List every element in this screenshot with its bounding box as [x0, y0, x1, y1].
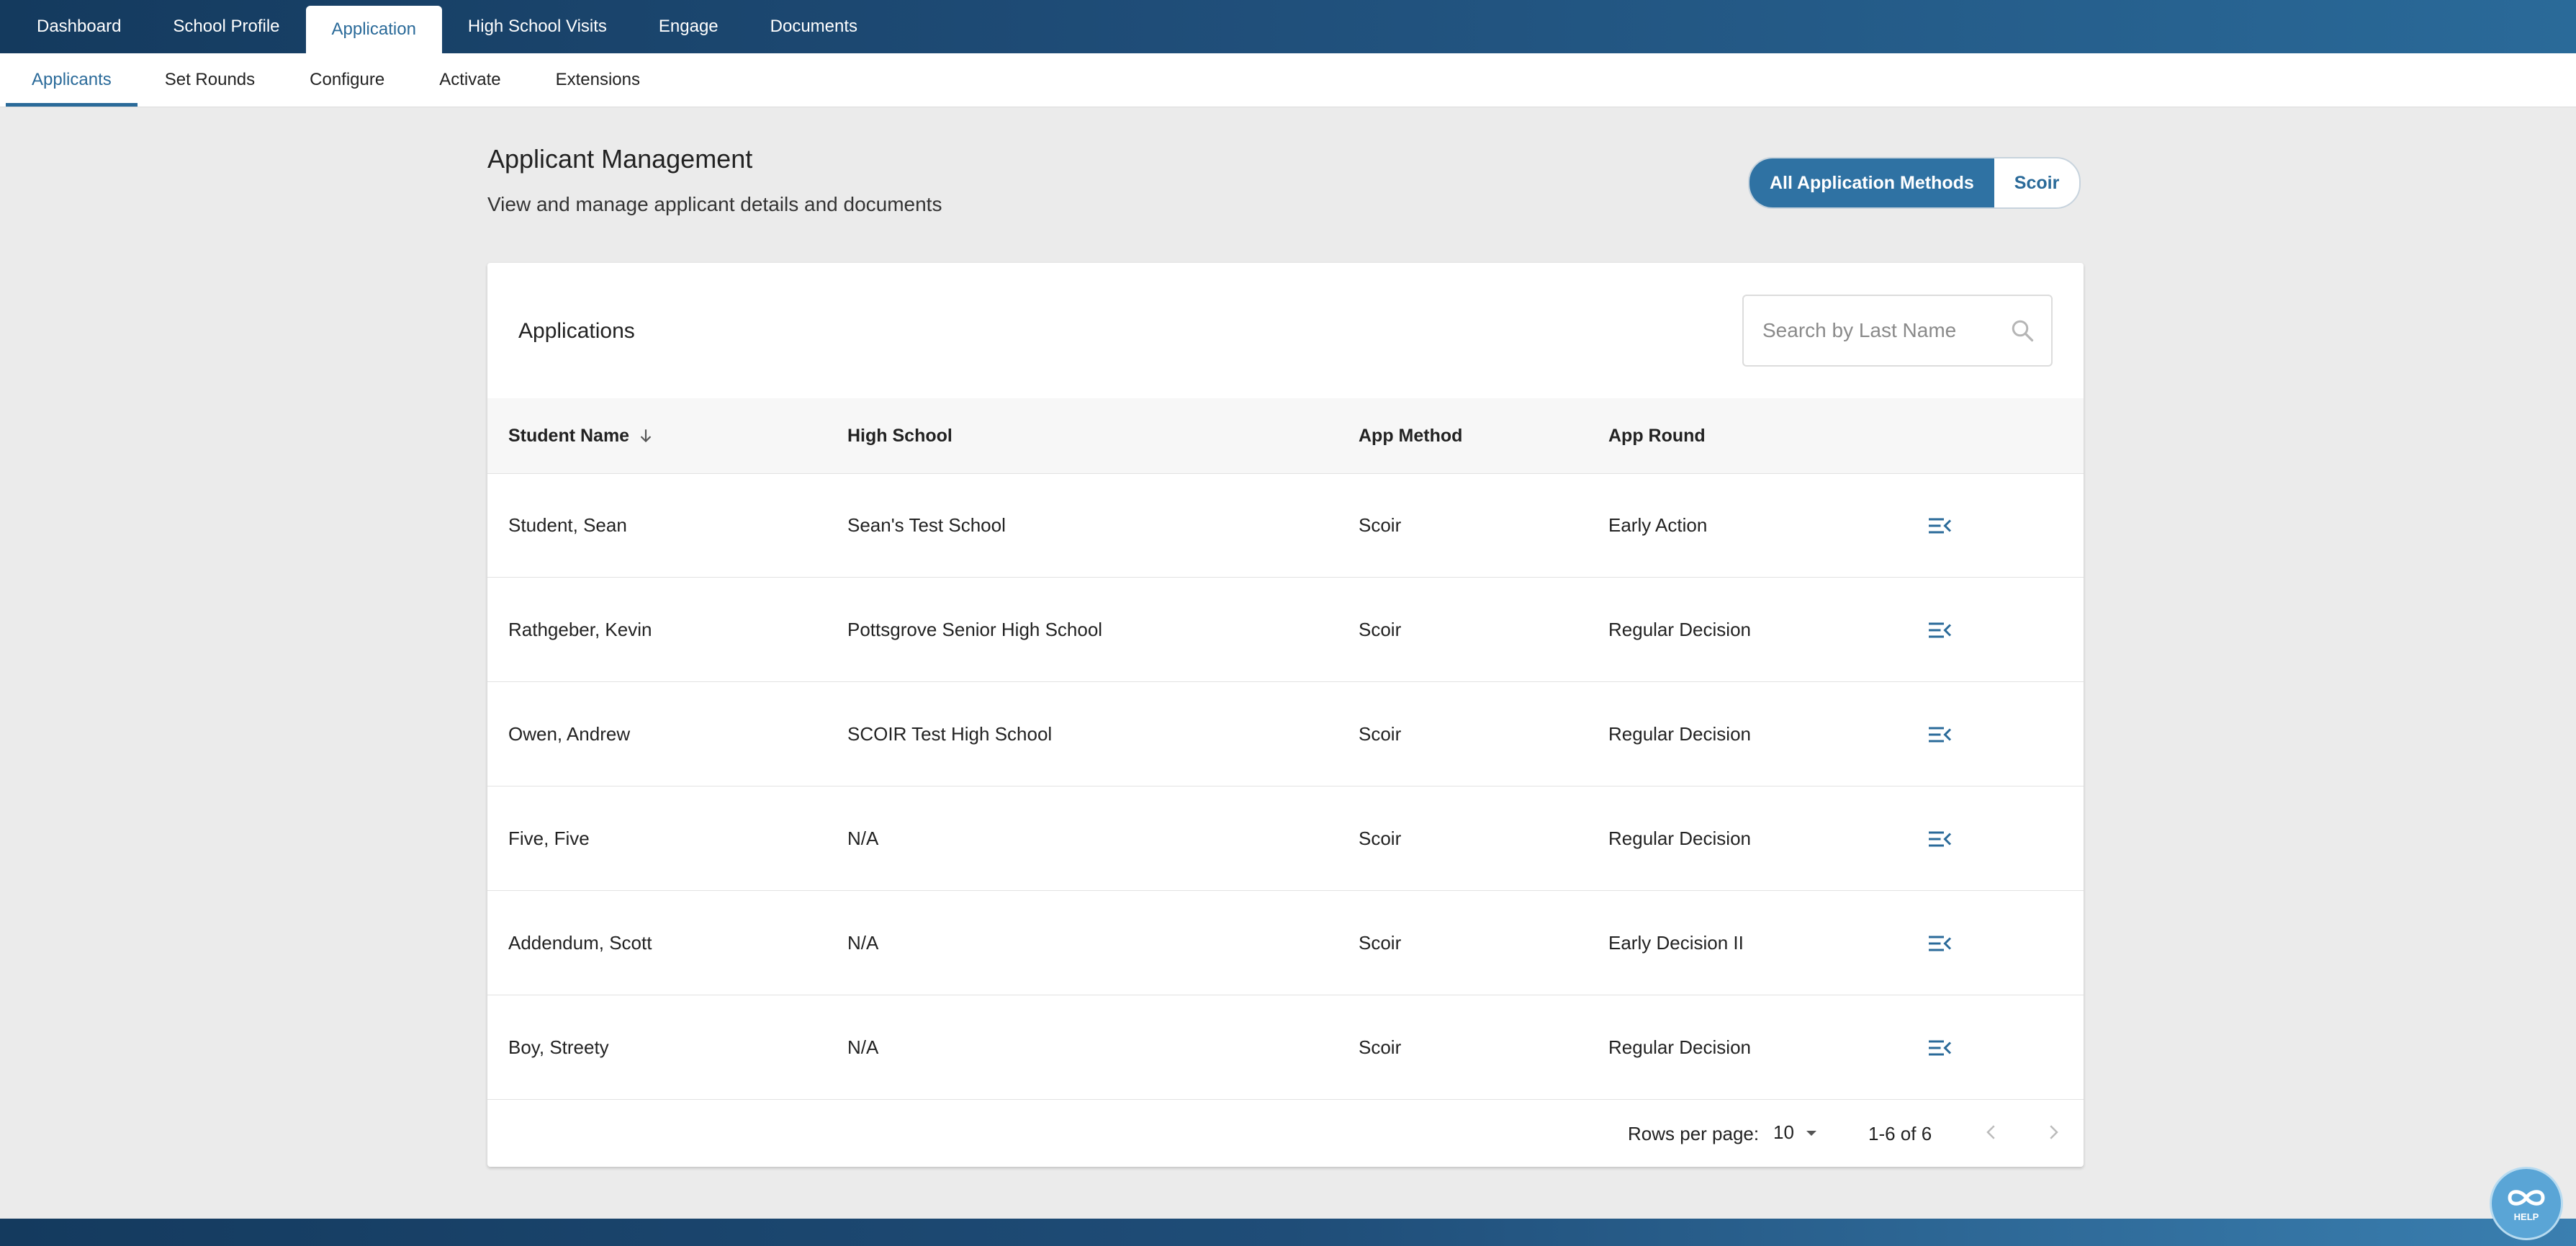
- cell-high-school: N/A: [847, 828, 879, 849]
- table-header: Student Name High School App Method App …: [487, 398, 2084, 474]
- list-detail-icon[interactable]: [1927, 1037, 1953, 1062]
- list-detail-icon[interactable]: [1927, 724, 1953, 749]
- table-row[interactable]: Five, Five N/A Scoir Regular Decision: [487, 786, 2084, 891]
- cell-student-name: Rathgeber, Kevin: [508, 619, 652, 640]
- search-icon[interactable]: [2009, 318, 2035, 347]
- cell-student-name: Boy, Streety: [508, 1036, 609, 1058]
- sub-tab-configure[interactable]: Configure: [282, 53, 412, 107]
- cell-student-name: Student, Sean: [508, 514, 627, 536]
- list-detail-icon[interactable]: [1927, 619, 1953, 645]
- cell-app-method: Scoir: [1359, 932, 1402, 954]
- cell-high-school: N/A: [847, 932, 879, 954]
- cell-student-name: Owen, Andrew: [508, 723, 631, 745]
- page-title: Applicant Management: [487, 144, 753, 174]
- cell-app-round: Regular Decision: [1608, 723, 1751, 745]
- table-row[interactable]: Owen, Andrew SCOIR Test High School Scoi…: [487, 682, 2084, 786]
- card-title: Applications: [518, 319, 635, 343]
- applications-card: Applications Student Name High School Ap…: [487, 263, 2084, 1167]
- pagination-range: 1-6 of 6: [1868, 1123, 1932, 1144]
- cell-app-round: Early Decision II: [1608, 932, 1744, 954]
- list-detail-icon[interactable]: [1927, 828, 1953, 853]
- footer-bar: [0, 1219, 2576, 1246]
- rows-per-page-value: 10: [1773, 1121, 1794, 1143]
- chevron-right-icon[interactable]: [2043, 1121, 2064, 1147]
- cell-student-name: Addendum, Scott: [508, 932, 652, 954]
- cell-app-round: Early Action: [1608, 514, 1708, 536]
- sub-tab-extensions[interactable]: Extensions: [528, 53, 667, 107]
- cell-app-round: Regular Decision: [1608, 619, 1751, 640]
- infinity-help-icon: [2504, 1186, 2549, 1210]
- top-tab-high-school-visits[interactable]: High School Visits: [442, 0, 633, 53]
- cell-high-school: Pottsgrove Senior High School: [847, 619, 1103, 640]
- top-tab-school-profile[interactable]: School Profile: [147, 0, 305, 53]
- top-tab-engage[interactable]: Engage: [633, 0, 744, 53]
- cell-app-method: Scoir: [1359, 723, 1402, 745]
- cell-student-name: Five, Five: [508, 828, 590, 849]
- table-row[interactable]: Addendum, Scott N/A Scoir Early Decision…: [487, 891, 2084, 995]
- search-input[interactable]: [1761, 318, 1994, 343]
- sub-nav: Applicants Set Rounds Configure Activate…: [0, 53, 2576, 107]
- cell-app-method: Scoir: [1359, 619, 1402, 640]
- top-nav: Dashboard School Profile Application Hig…: [0, 0, 2576, 53]
- list-detail-icon[interactable]: [1927, 933, 1953, 958]
- sub-tab-applicants[interactable]: Applicants: [6, 53, 138, 107]
- cell-high-school: SCOIR Test High School: [847, 723, 1053, 745]
- pagination: Rows per page: 10 1-6 of 6: [487, 1100, 2084, 1167]
- sub-tab-activate[interactable]: Activate: [412, 53, 528, 107]
- search-box: [1742, 295, 2053, 367]
- chevron-left-icon[interactable]: [1981, 1121, 2002, 1147]
- sub-tab-set-rounds[interactable]: Set Rounds: [138, 53, 282, 107]
- application-method-toggle: All Application Methods Scoir: [1748, 157, 2081, 209]
- top-tab-application[interactable]: Application: [305, 6, 442, 53]
- toggle-all-application-methods[interactable]: All Application Methods: [1749, 158, 1994, 207]
- table-row[interactable]: Boy, Streety N/A Scoir Regular Decision: [487, 995, 2084, 1100]
- column-header-label: Student Name: [508, 425, 630, 446]
- cell-app-method: Scoir: [1359, 514, 1402, 536]
- cell-app-round: Regular Decision: [1608, 828, 1751, 849]
- column-header-app-method[interactable]: App Method: [1359, 398, 1462, 473]
- help-label: HELP: [2513, 1211, 2539, 1222]
- table-row[interactable]: Rathgeber, Kevin Pottsgrove Senior High …: [487, 578, 2084, 682]
- cell-high-school: Sean's Test School: [847, 514, 1006, 536]
- list-detail-icon[interactable]: [1927, 515, 1953, 540]
- top-tab-documents[interactable]: Documents: [744, 0, 883, 53]
- caret-down-icon: [1804, 1129, 1819, 1137]
- page-subtitle: View and manage applicant details and do…: [487, 193, 942, 215]
- rows-per-page-label: Rows per page:: [1628, 1123, 1760, 1144]
- help-button[interactable]: HELP: [2490, 1167, 2563, 1240]
- cell-high-school: N/A: [847, 1036, 879, 1058]
- column-header-app-round[interactable]: App Round: [1608, 398, 1706, 473]
- cell-app-round: Regular Decision: [1608, 1036, 1751, 1058]
- cell-app-method: Scoir: [1359, 828, 1402, 849]
- cell-app-method: Scoir: [1359, 1036, 1402, 1058]
- column-header-student-name[interactable]: Student Name: [508, 398, 655, 473]
- rows-per-page-select[interactable]: 10: [1773, 1121, 1819, 1144]
- arrow-down-icon: [636, 426, 655, 445]
- column-header-high-school[interactable]: High School: [847, 398, 953, 473]
- top-tab-dashboard[interactable]: Dashboard: [0, 0, 147, 53]
- table-row[interactable]: Student, Sean Sean's Test School Scoir E…: [487, 473, 2084, 578]
- toggle-scoir[interactable]: Scoir: [1994, 158, 2080, 207]
